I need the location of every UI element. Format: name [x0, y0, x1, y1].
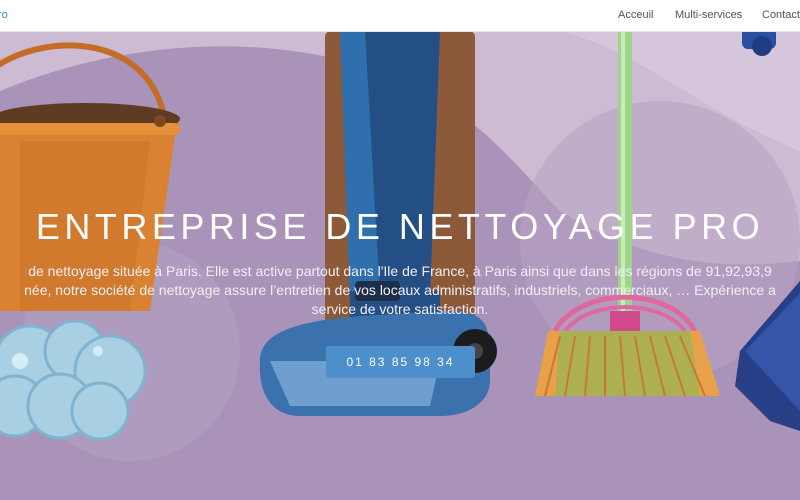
phone-call-button[interactable]: 01 83 85 98 34: [326, 346, 475, 378]
top-navbar: ro Acceuil Multi-services Contact: [0, 0, 800, 32]
hero-description-line: service de votre satisfaction.: [311, 301, 489, 317]
nav-contact[interactable]: Contact: [762, 9, 800, 21]
nav-multi-services[interactable]: Multi-services: [675, 9, 742, 21]
hero-description-line: née, notre société de nettoyage assure l…: [24, 282, 776, 298]
foam-bubbles-icon: [0, 319, 147, 441]
hero-description: de nettoyage située à Paris. Elle est ac…: [0, 262, 800, 319]
nav-acceuil[interactable]: Acceuil: [618, 9, 653, 21]
hero-title: ENTREPRISE DE NETTOYAGE PRO: [35, 206, 765, 247]
hero-banner: ENTREPRISE DE NETTOYAGE PRO de nettoyage…: [0, 31, 800, 500]
hero-description-line: de nettoyage située à Paris. Elle est ac…: [28, 263, 772, 279]
brand-logo-link[interactable]: ro: [0, 9, 8, 21]
